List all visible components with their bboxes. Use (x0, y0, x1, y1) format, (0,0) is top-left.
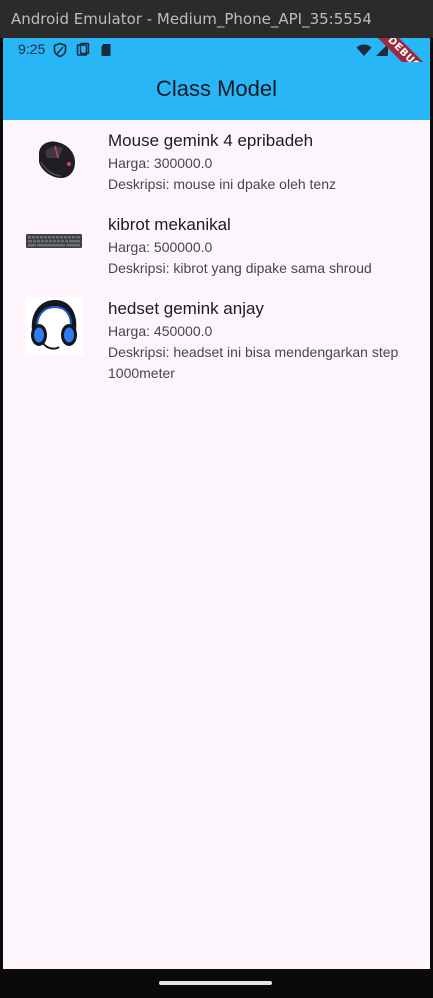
product-price: Harga: 450000.0 (108, 323, 213, 339)
product-details: kibrot mekanikal Harga: 500000.0 Deskrip… (108, 214, 420, 279)
shield-icon (53, 42, 67, 58)
sd-card-icon (101, 44, 111, 56)
list-item[interactable]: hedset gemink anjay Harga: 450000.0 Desk… (3, 288, 430, 381)
product-price: Harga: 300000.0 (108, 155, 213, 171)
product-details: Mouse gemink 4 epribadeh Harga: 300000.0… (108, 130, 420, 195)
device-frame: 9:25 DEBUG Class Model Mouse gemink 4 ep… (0, 38, 433, 998)
status-bar: 9:25 DEBUG (3, 38, 430, 93)
device-screen: 9:25 DEBUG Class Model Mouse gemink 4 ep… (3, 38, 430, 969)
product-name: kibrot mekanikal (108, 215, 231, 234)
wifi-icon (356, 44, 372, 56)
keyboard-image (25, 212, 83, 270)
page-title: Class Model (155, 76, 278, 101)
gaming-mouse-image (25, 132, 83, 190)
product-description: Deskripsi: headset ini bisa mendengarkan… (108, 344, 399, 381)
list-item[interactable]: Mouse gemink 4 epribadeh Harga: 300000.0… (3, 120, 430, 204)
product-price: Harga: 500000.0 (108, 239, 213, 255)
home-gesture-handle[interactable] (159, 981, 272, 985)
product-description: Deskripsi: mouse ini dpake oleh tenz (108, 176, 337, 192)
app-bar: Class Model (3, 62, 430, 120)
headset-image (25, 297, 83, 355)
product-name: hedset gemink anjay (108, 299, 264, 318)
emulator-window-title: Android Emulator - Medium_Phone_API_35:5… (0, 0, 433, 38)
product-description: Deskripsi: kibrot yang dipake sama shrou… (108, 260, 372, 276)
product-details: hedset gemink anjay Harga: 450000.0 Desk… (108, 298, 420, 384)
list-item[interactable]: kibrot mekanikal Harga: 500000.0 Deskrip… (3, 204, 430, 288)
system-nav-bar (0, 969, 433, 998)
product-name: Mouse gemink 4 epribadeh (108, 131, 314, 150)
screen-record-icon (76, 42, 90, 56)
status-time: 9:25 (18, 41, 46, 57)
product-list: Mouse gemink 4 epribadeh Harga: 300000.0… (3, 120, 430, 381)
